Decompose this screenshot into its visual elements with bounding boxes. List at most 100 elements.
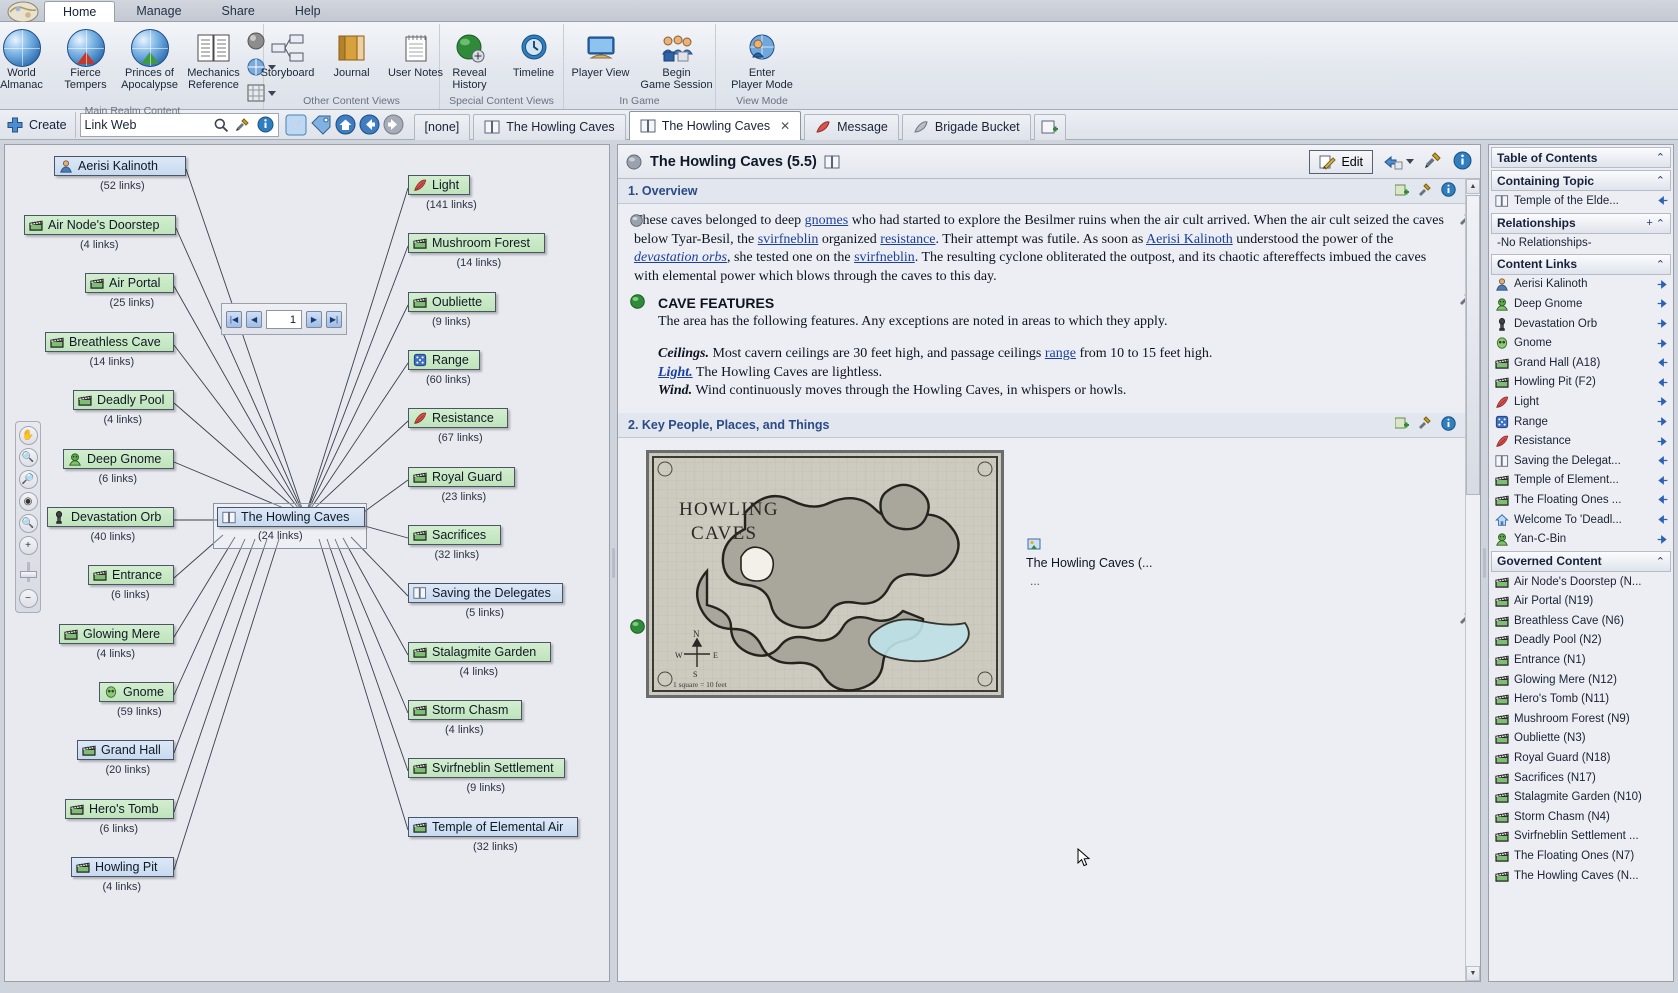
chevron-icon[interactable]: ⌃: [1656, 555, 1665, 568]
goto-left-icon[interactable]: [1656, 513, 1669, 526]
sidebar-list-item[interactable]: Aerisi Kalinoth: [1489, 275, 1673, 295]
fit-icon[interactable]: ◉: [18, 492, 38, 511]
goto-right-icon[interactable]: [1656, 395, 1669, 408]
link-node[interactable]: Gnome: [99, 682, 174, 702]
goto-left-icon[interactable]: [1656, 356, 1669, 369]
link-node[interactable]: Howling Pit: [71, 857, 174, 877]
sidebar-list-item[interactable]: Temple of Element...: [1489, 471, 1673, 491]
link-node[interactable]: Glowing Mere: [59, 624, 174, 644]
sidebar-list-item[interactable]: Oubliette (N3): [1489, 729, 1673, 749]
sidebar-list-item[interactable]: Mushroom Forest (N9): [1489, 709, 1673, 729]
section-tools-icon[interactable]: [1418, 416, 1433, 433]
goto-right-icon[interactable]: [1656, 435, 1669, 448]
goto-right-icon[interactable]: [1656, 337, 1669, 350]
compass-icon[interactable]: [285, 114, 307, 136]
content-link[interactable]: svirfneblin: [758, 232, 819, 247]
goto-right-icon[interactable]: [1656, 317, 1669, 330]
sidebar-list-item[interactable]: Svirfneblin Settlement ...: [1489, 827, 1673, 847]
goto-left-icon[interactable]: [1656, 474, 1669, 487]
tools-button[interactable]: [1424, 151, 1443, 172]
section-info-icon[interactable]: [1440, 415, 1456, 434]
tab-brigade-bucket[interactable]: Brigade Bucket: [901, 113, 1031, 140]
sidebar-list-item[interactable]: Gnome: [1489, 333, 1673, 353]
pan-hand-icon[interactable]: ✋: [18, 426, 38, 445]
sidebar-list-item[interactable]: Breathless Cave (N6): [1489, 611, 1673, 631]
goto-left-icon[interactable]: [1656, 376, 1669, 389]
goto-right-icon[interactable]: [1656, 533, 1669, 546]
goto-left-icon[interactable]: [1656, 493, 1669, 506]
link-web-pager[interactable]: |◀ ◀ 1 ▶ ▶|: [221, 303, 347, 335]
link-node[interactable]: Light: [408, 175, 470, 195]
new-tab-button[interactable]: [1033, 113, 1066, 140]
sidebar-list-item[interactable]: The Howling Caves (N...: [1489, 866, 1673, 886]
sidebar-list-item[interactable]: Deadly Pool (N2): [1489, 631, 1673, 651]
left-splitter[interactable]: [611, 140, 616, 986]
scroll-up-arrow[interactable]: ▲: [1466, 179, 1480, 194]
right-splitter[interactable]: [1482, 140, 1487, 986]
link-node[interactable]: Range: [408, 350, 480, 370]
chevron-icon[interactable]: ⌃: [1656, 258, 1665, 271]
link-node[interactable]: Aerisi Kalinoth: [54, 156, 186, 176]
info-button[interactable]: [1453, 151, 1472, 173]
home-icon[interactable]: [335, 114, 356, 135]
chevron-icon[interactable]: ⌃: [1656, 217, 1665, 230]
link-web-panel[interactable]: |◀ ◀ 1 ▶ ▶| ✋ 🔍 🔎 ◉ 🔍 + − The Howling Ca…: [4, 144, 610, 982]
storyboard-button[interactable]: Storyboard: [256, 27, 320, 81]
link-node[interactable]: Oubliette: [408, 292, 496, 312]
sidebar-panel-header[interactable]: Table of Contents ⌃: [1491, 147, 1671, 168]
sidebar-list-item[interactable]: Grand Hall (A18): [1489, 353, 1673, 373]
journal-button[interactable]: Journal: [320, 27, 384, 81]
sidebar-list-item[interactable]: The Floating Ones ...: [1489, 490, 1673, 510]
content-link[interactable]: svirfneblin: [854, 250, 915, 265]
tab-message[interactable]: Message: [804, 113, 899, 140]
link-node[interactable]: Stalagmite Garden: [408, 642, 551, 662]
link-node[interactable]: Hero's Tomb: [65, 799, 174, 819]
sidebar-list-item[interactable]: Glowing Mere (N12): [1489, 670, 1673, 690]
page-number-input[interactable]: 1: [266, 309, 302, 329]
zoom-plus-icon[interactable]: +: [18, 536, 38, 555]
sidebar-panel-header[interactable]: Governed Content ⌃: [1491, 550, 1671, 572]
tag-icon[interactable]: [310, 114, 332, 136]
feature-term-link[interactable]: Light.: [658, 365, 693, 380]
back-icon[interactable]: [359, 114, 380, 135]
reveal-dropdown-button[interactable]: [1383, 153, 1414, 171]
reveal-history-button[interactable]: Reveal History: [438, 27, 502, 93]
begin-game-session-button[interactable]: Begin Game Session: [638, 27, 716, 93]
edit-button[interactable]: Edit: [1309, 149, 1373, 174]
link-node[interactable]: Saving the Delegates: [408, 583, 563, 603]
section-header-overview[interactable]: 1. Overview ⌃: [618, 179, 1480, 204]
content-link[interactable]: devastation orbs: [634, 250, 727, 265]
ribbon-tab-home[interactable]: Home: [44, 1, 116, 22]
tab-howling-caves-1[interactable]: The Howling Caves: [473, 113, 626, 140]
chevron-icon[interactable]: ⌃: [1656, 174, 1665, 187]
enter-player-mode-button[interactable]: Enter Player Mode: [720, 27, 804, 93]
sidebar-list-item[interactable]: Deep Gnome: [1489, 294, 1673, 314]
app-orb-icon[interactable]: [6, 1, 40, 23]
section-header-key-people[interactable]: 2. Key People, Places, and Things ⌃: [618, 412, 1480, 438]
zoom-slider-thumb[interactable]: [19, 571, 37, 578]
tab-none[interactable]: [none]: [413, 113, 471, 140]
goto-left-icon[interactable]: [1656, 194, 1669, 207]
sidebar-list-item[interactable]: Saving the Delegat...: [1489, 451, 1673, 471]
last-page-button[interactable]: ▶|: [326, 310, 343, 328]
link-node[interactable]: Deep Gnome: [63, 449, 174, 469]
map-snippet[interactable]: The Howling Caves (... ...: [1026, 536, 1152, 698]
link-node[interactable]: Svirfneblin Settlement: [408, 758, 565, 778]
chevron-icon[interactable]: ⌃: [1656, 151, 1665, 164]
sidebar-list-item[interactable]: Resistance: [1489, 431, 1673, 451]
sidebar-list-item[interactable]: Howling Pit (F2): [1489, 373, 1673, 393]
link-node[interactable]: Devastation Orb: [47, 507, 174, 527]
sidebar-list-item[interactable]: Light: [1489, 392, 1673, 412]
sidebar-panel-header[interactable]: Relationships + ⌃: [1491, 212, 1671, 234]
sidebar-list-item[interactable]: Welcome To 'Deadl...: [1489, 510, 1673, 530]
player-view-button[interactable]: Player View: [564, 27, 638, 81]
fierce-tempers-button[interactable]: Fierce Tempers: [54, 27, 118, 93]
zoom-in-icon[interactable]: 🔍: [18, 448, 38, 467]
sidebar-list-item[interactable]: Temple of the Elde...: [1489, 191, 1673, 211]
sidebar-panel-header[interactable]: Content Links ⌃: [1491, 253, 1671, 275]
sidebar-list-item[interactable]: The Floating Ones (N7): [1489, 846, 1673, 866]
link-web-zoom-controls[interactable]: ✋ 🔍 🔎 ◉ 🔍 + −: [15, 421, 41, 613]
zoom-out-icon[interactable]: 🔎: [18, 470, 38, 489]
goto-right-icon[interactable]: [1656, 278, 1669, 291]
sidebar-panel-header[interactable]: Containing Topic ⌃: [1491, 170, 1671, 191]
